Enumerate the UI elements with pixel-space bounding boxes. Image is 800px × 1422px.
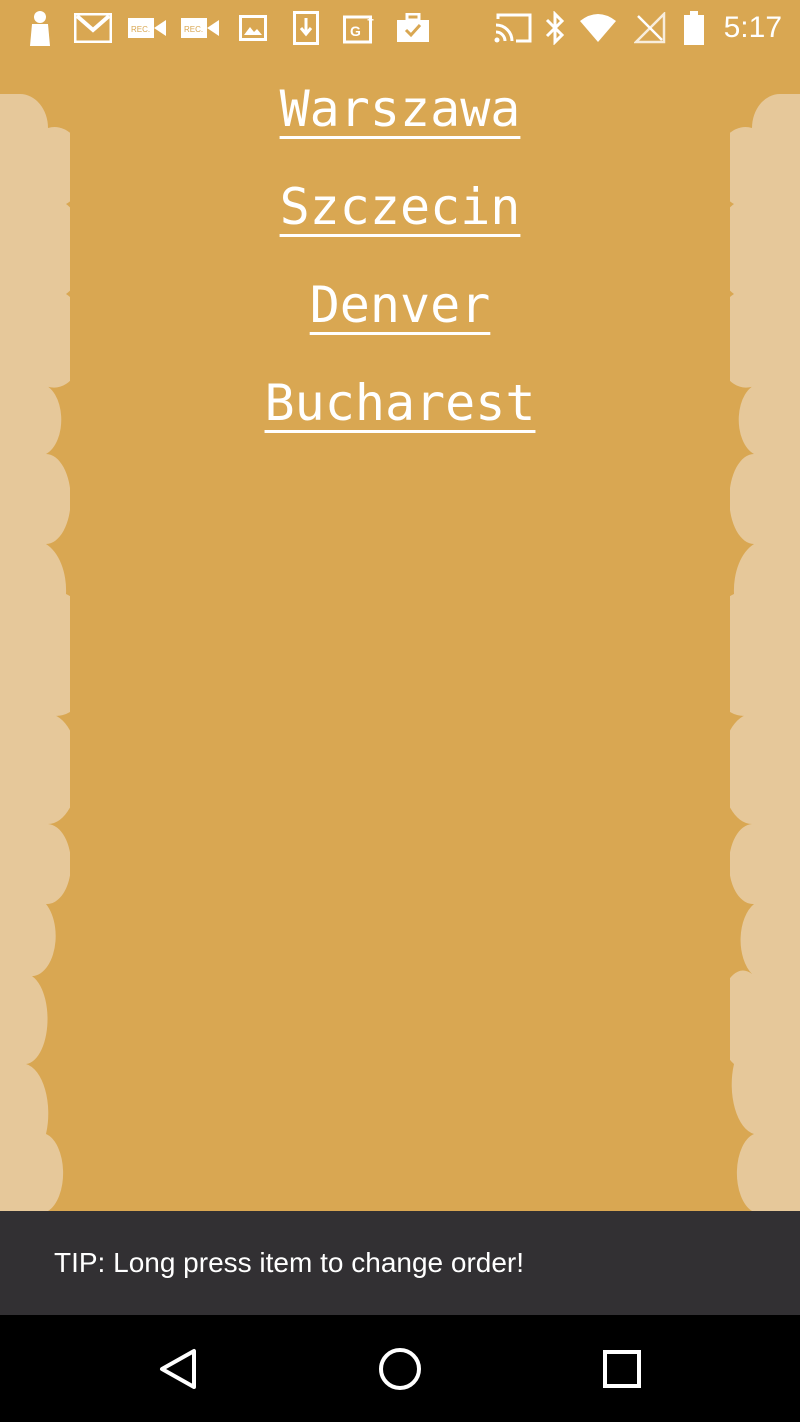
screen-record-icon: REC. xyxy=(180,8,220,48)
person-icon xyxy=(20,8,60,48)
bluetooth-icon xyxy=(535,8,575,48)
google-plus-icon: G + xyxy=(340,8,380,48)
clock: 5:17 xyxy=(723,11,782,44)
back-icon[interactable] xyxy=(154,1345,202,1393)
snackbar-message: TIP: Long press item to change order! xyxy=(54,1247,525,1278)
gallery-icon xyxy=(233,8,273,48)
svg-text:+: + xyxy=(367,13,374,27)
cast-icon xyxy=(493,8,533,48)
no-signal-icon xyxy=(630,8,670,48)
screen-record-icon: REC. xyxy=(127,8,167,48)
gmail-icon xyxy=(73,8,113,48)
navigation-bar xyxy=(0,1315,800,1422)
tip-snackbar: TIP: Long press item to change order! xyxy=(0,1211,800,1315)
status-bar: REC. REC. G + 5:17 xyxy=(0,0,800,56)
home-icon[interactable] xyxy=(376,1345,424,1393)
battery-icon xyxy=(674,8,714,48)
city-item-denver[interactable]: Denver xyxy=(310,256,491,354)
download-icon xyxy=(286,8,326,48)
svg-text:REC.: REC. xyxy=(131,25,150,34)
wifi-icon xyxy=(578,8,618,48)
svg-text:REC.: REC. xyxy=(184,25,203,34)
city-item-szczecin[interactable]: Szczecin xyxy=(280,158,521,256)
city-item-bucharest[interactable]: Bucharest xyxy=(265,354,536,452)
recents-icon[interactable] xyxy=(598,1345,646,1393)
svg-text:G: G xyxy=(350,23,361,39)
city-item-warszawa[interactable]: Warszawa xyxy=(280,60,521,158)
city-list: Warszawa Szczecin Denver Bucharest xyxy=(0,60,800,452)
work-briefcase-icon xyxy=(393,8,433,48)
